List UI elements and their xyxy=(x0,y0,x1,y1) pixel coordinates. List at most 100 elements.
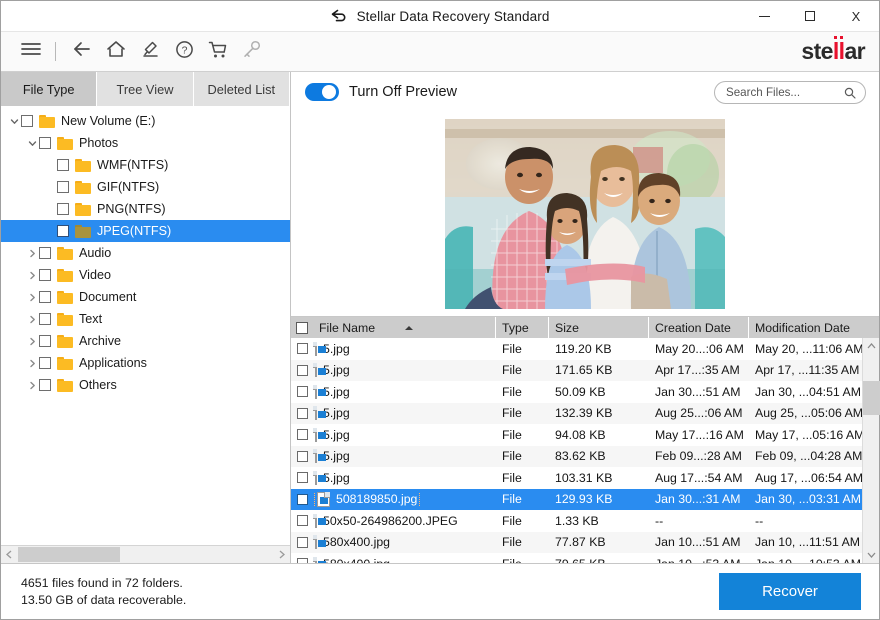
scroll-down-icon[interactable] xyxy=(863,546,879,563)
row-checkbox[interactable] xyxy=(296,515,308,527)
row-checkbox-cell[interactable] xyxy=(291,407,313,419)
row-checkbox[interactable] xyxy=(296,536,308,548)
row-checkbox-cell[interactable] xyxy=(291,472,313,484)
row-checkbox-cell[interactable] xyxy=(291,429,313,441)
tab-tree-view[interactable]: Tree View xyxy=(97,72,194,106)
row-checkbox[interactable] xyxy=(296,407,308,419)
minimize-button[interactable] xyxy=(741,1,787,32)
chevron-down-icon[interactable] xyxy=(25,136,39,150)
scroll-up-icon[interactable] xyxy=(863,338,879,355)
tree-item-checkbox[interactable] xyxy=(39,379,51,391)
scroll-left-icon[interactable] xyxy=(1,546,18,563)
chevron-right-icon[interactable] xyxy=(25,246,39,260)
hscroll-track[interactable] xyxy=(18,546,273,563)
row-checkbox[interactable] xyxy=(296,386,308,398)
chevron-right-icon[interactable] xyxy=(25,378,39,392)
chevron-right-icon[interactable] xyxy=(25,312,39,326)
activation-key-button[interactable] xyxy=(236,36,268,68)
header-creation-date[interactable]: Creation Date xyxy=(649,317,749,338)
tree-item-new-volume-e[interactable]: New Volume (E:) xyxy=(1,110,290,132)
tab-file-type[interactable]: File Type xyxy=(1,72,98,106)
table-row[interactable]: 5.jpg File 83.62 KB Feb 09...:28 AM Feb 09, … xyxy=(291,445,862,467)
tree-item-checkbox[interactable] xyxy=(39,335,51,347)
row-checkbox[interactable] xyxy=(296,429,308,441)
hscroll-thumb[interactable] xyxy=(18,547,120,562)
row-checkbox-cell[interactable] xyxy=(291,493,313,505)
header-size[interactable]: Size xyxy=(549,317,649,338)
tree-item-checkbox[interactable] xyxy=(39,291,51,303)
row-checkbox-cell[interactable] xyxy=(291,364,313,376)
table-row[interactable]: 5.jpg File 94.08 KB May 17...:16 AM May 17, … xyxy=(291,424,862,446)
tab-deleted-list[interactable]: Deleted List xyxy=(193,72,290,106)
menu-button[interactable] xyxy=(15,36,47,68)
chevron-right-icon[interactable] xyxy=(25,334,39,348)
row-checkbox[interactable] xyxy=(296,450,308,462)
tree-item-checkbox[interactable] xyxy=(39,137,51,149)
tree-item-checkbox[interactable] xyxy=(39,269,51,281)
tree-item-others[interactable]: Others xyxy=(1,374,290,396)
cart-button[interactable] xyxy=(202,36,234,68)
maximize-button[interactable] xyxy=(787,1,833,32)
row-checkbox-cell[interactable] xyxy=(291,515,313,527)
chevron-down-icon[interactable] xyxy=(7,114,21,128)
row-checkbox[interactable] xyxy=(296,364,308,376)
tree-item-checkbox[interactable] xyxy=(39,247,51,259)
row-checkbox[interactable] xyxy=(296,343,308,355)
table-row[interactable]: 5.jpg File 132.39 KB Aug 25...:06 AM Aug 25,… xyxy=(291,402,862,424)
row-checkbox[interactable] xyxy=(296,493,308,505)
tree-item-text[interactable]: Text xyxy=(1,308,290,330)
table-row[interactable]: 580x400.jpgFile79.65 KBJan 10...:53 AMJa… xyxy=(291,553,862,563)
select-all-header[interactable] xyxy=(291,317,313,338)
table-row[interactable]: 50x50-264986200.JPEG File 1.33 KB -- -- xyxy=(291,510,862,532)
tree-item-archive[interactable]: Archive xyxy=(1,330,290,352)
recover-button[interactable]: Recover xyxy=(719,573,861,610)
row-checkbox-cell[interactable] xyxy=(291,386,313,398)
tree-item-checkbox[interactable] xyxy=(57,159,69,171)
back-button[interactable] xyxy=(66,36,98,68)
tree-item-document[interactable]: Document xyxy=(1,286,290,308)
table-body[interactable]: 5.jpg File 119.20 KB May 20...:06 AM May 20,… xyxy=(291,338,862,563)
row-checkbox-cell[interactable] xyxy=(291,450,313,462)
search-box[interactable] xyxy=(714,80,866,104)
scan-button[interactable] xyxy=(134,36,166,68)
tree-item-wmf-ntfs[interactable]: WMF(NTFS) xyxy=(1,154,290,176)
tree-item-jpeg-ntfs[interactable]: JPEG(NTFS) xyxy=(1,220,290,242)
table-row[interactable]: 580x400.jpg File 77.87 KB Jan 10...:51 AM Ja… xyxy=(291,531,862,553)
row-checkbox[interactable] xyxy=(296,472,308,484)
file-type-tree[interactable]: New Volume (E:) Photos WMF(NTFS) GIF(NTFS) P… xyxy=(1,106,290,545)
row-checkbox-cell[interactable] xyxy=(291,536,313,548)
vscroll-track[interactable] xyxy=(863,355,880,546)
tree-item-gif-ntfs[interactable]: GIF(NTFS) xyxy=(1,176,290,198)
table-row[interactable]: 5.jpg File 50.09 KB Jan 30...:51 AM Jan 30, … xyxy=(291,381,862,403)
home-button[interactable] xyxy=(100,36,132,68)
tree-horizontal-scrollbar[interactable] xyxy=(1,545,290,563)
table-vertical-scrollbar[interactable] xyxy=(862,338,880,563)
table-row[interactable]: 5.jpg File 171.65 KB Apr 17...:35 AM Apr 17,… xyxy=(291,359,862,381)
scroll-right-icon[interactable] xyxy=(273,546,290,563)
tree-item-video[interactable]: Video xyxy=(1,264,290,286)
header-modification-date[interactable]: Modification Date xyxy=(749,317,879,338)
tree-item-applications[interactable]: Applications xyxy=(1,352,290,374)
chevron-right-icon[interactable] xyxy=(25,356,39,370)
chevron-right-icon[interactable] xyxy=(25,290,39,304)
chevron-right-icon[interactable] xyxy=(25,268,39,282)
help-button[interactable]: ? xyxy=(168,36,200,68)
preview-toggle[interactable] xyxy=(305,83,339,101)
select-all-checkbox[interactable] xyxy=(296,321,308,334)
tree-item-png-ntfs[interactable]: PNG(NTFS) xyxy=(1,198,290,220)
vscroll-thumb[interactable] xyxy=(863,381,880,415)
header-type[interactable]: Type xyxy=(496,317,549,338)
tree-item-checkbox[interactable] xyxy=(57,203,69,215)
tree-item-photos[interactable]: Photos xyxy=(1,132,290,154)
table-row[interactable]: 508189850.jpg File 129.93 KB Jan 30...:31 A… xyxy=(291,488,862,510)
tree-item-checkbox[interactable] xyxy=(21,115,33,127)
tree-item-checkbox[interactable] xyxy=(39,357,51,369)
tree-item-audio[interactable]: Audio xyxy=(1,242,290,264)
tree-item-checkbox[interactable] xyxy=(57,181,69,193)
table-row[interactable]: 5.jpg File 103.31 KB Aug 17...:54 AM Aug 17,… xyxy=(291,467,862,489)
tree-item-checkbox[interactable] xyxy=(39,313,51,325)
search-input[interactable] xyxy=(726,85,844,99)
table-row[interactable]: 5.jpg File 119.20 KB May 20...:06 AM May 20,… xyxy=(291,338,862,360)
header-file-name[interactable]: File Name xyxy=(313,317,496,338)
tree-item-checkbox[interactable] xyxy=(57,225,69,237)
